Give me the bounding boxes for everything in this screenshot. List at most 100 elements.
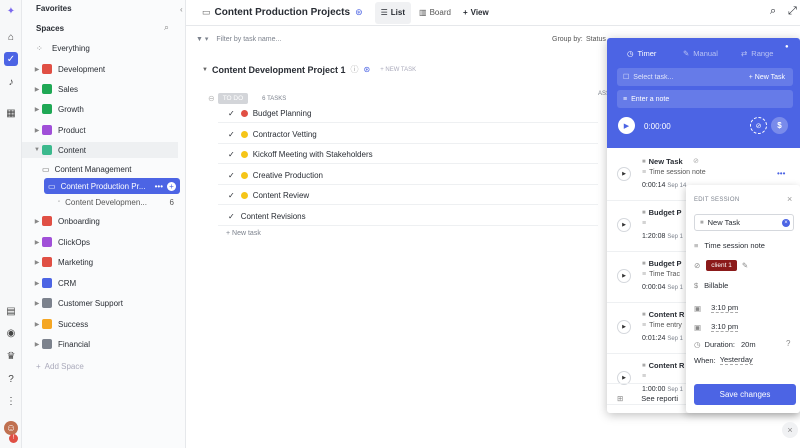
- start-time-row[interactable]: ▣ 3:10 pm: [694, 303, 739, 313]
- task-row[interactable]: ✓ Creative Production: [218, 167, 598, 185]
- end-time-row[interactable]: ▣ 3:10 pm: [694, 322, 739, 332]
- billable-icon[interactable]: $: [771, 117, 788, 134]
- tab-board[interactable]: ▥ Board: [419, 8, 451, 17]
- search-icon[interactable]: ⌕: [164, 22, 169, 33]
- clickup-logo-icon[interactable]: ✦: [4, 4, 18, 18]
- help-icon[interactable]: ?: [4, 372, 18, 386]
- home-icon[interactable]: ⌂: [4, 30, 18, 44]
- apps-grid-icon[interactable]: ▦: [4, 106, 18, 120]
- task-field[interactable]: ■ New Task ×: [694, 214, 794, 231]
- status-badge[interactable]: TO DO: [217, 93, 249, 104]
- expand-arrow-icon[interactable]: ▼: [32, 147, 42, 153]
- expand-arrow-icon[interactable]: ▶: [32, 127, 42, 134]
- expand-arrow-icon[interactable]: ▶: [32, 321, 42, 328]
- sidebar-item-space[interactable]: ▶ Marketing: [22, 254, 186, 270]
- docs-icon[interactable]: ▤: [4, 304, 18, 318]
- priority-dot[interactable]: [240, 171, 248, 179]
- tab-timer[interactable]: ◷ Timer: [627, 49, 656, 58]
- group-by-label[interactable]: Group by:: [552, 36, 583, 43]
- priority-dot[interactable]: [240, 130, 248, 138]
- spaces-heading[interactable]: Spaces: [36, 24, 64, 33]
- check-icon[interactable]: ✓: [228, 150, 235, 159]
- check-icon[interactable]: ✓: [228, 171, 235, 180]
- task-row[interactable]: ✓ Contractor Vetting: [218, 126, 598, 144]
- broadcast-icon[interactable]: ◉: [4, 326, 18, 340]
- task-name[interactable]: Content Revisions: [241, 212, 306, 221]
- tag-badge[interactable]: client 1: [706, 260, 737, 271]
- priority-dot[interactable]: [240, 192, 248, 199]
- save-changes-button[interactable]: Save changes: [694, 384, 796, 405]
- sidebar-item-space[interactable]: ▶ Growth: [22, 101, 186, 117]
- priority-dot[interactable]: [240, 151, 248, 158]
- task-row[interactable]: ✓ Kickoff Meeting with Stakeholders: [218, 146, 598, 164]
- expand-arrow-icon[interactable]: ▶: [32, 300, 42, 307]
- new-task-link[interactable]: + NEW TASK: [380, 67, 416, 73]
- favorites-heading[interactable]: Favorites: [36, 4, 72, 13]
- folder-content-management[interactable]: ▭ Content Management: [42, 161, 180, 177]
- task-name[interactable]: Content Review: [253, 191, 309, 200]
- panel-menu-icon[interactable]: ●: [785, 44, 789, 50]
- tab-list[interactable]: ☰ List: [374, 1, 412, 24]
- see-report-link[interactable]: See reporti: [641, 394, 678, 403]
- expand-arrow-icon[interactable]: ▶: [32, 106, 42, 113]
- sidebar-item-space[interactable]: ▶ CRM: [22, 275, 186, 291]
- check-icon[interactable]: ✓: [228, 212, 235, 221]
- task-name[interactable]: Budget Planning: [253, 109, 312, 118]
- task-row[interactable]: ✓ Budget Planning: [218, 105, 598, 123]
- task-name[interactable]: Creative Production: [253, 171, 323, 180]
- grid-icon[interactable]: ⊞: [617, 394, 623, 403]
- check-icon[interactable]: ✓: [228, 130, 235, 139]
- tab-range[interactable]: ⇄ Range: [741, 49, 773, 58]
- tab-manual[interactable]: ✎ Manual: [683, 49, 718, 58]
- task-name[interactable]: Contractor Vetting: [253, 130, 317, 139]
- sidebar-item-space[interactable]: ▶ Development: [22, 61, 186, 77]
- sidebar-item-space[interactable]: ▼ Content: [22, 142, 178, 158]
- sidebar-item-space[interactable]: ▶ Customer Support: [22, 295, 186, 311]
- expand-arrow-icon[interactable]: ▶: [32, 341, 42, 348]
- tag-icon[interactable]: ⊘: [750, 117, 767, 134]
- play-icon[interactable]: ▶: [617, 167, 631, 181]
- search-icon[interactable]: ⌕: [770, 5, 776, 18]
- play-icon[interactable]: ▶: [617, 269, 631, 283]
- group-by-value[interactable]: Status: [586, 36, 606, 43]
- play-icon[interactable]: ▶: [617, 320, 631, 334]
- share-icon[interactable]: ⊛: [355, 7, 363, 18]
- start-timer-button[interactable]: ▶: [618, 117, 635, 134]
- folder-content-production[interactable]: ▭ Content Production Pr... ••• +: [44, 178, 180, 194]
- billable-row[interactable]: $ Billable: [694, 281, 728, 290]
- more-dots-icon[interactable]: •••: [777, 169, 785, 178]
- tag-row[interactable]: ⊘ client 1 ✎: [694, 260, 748, 271]
- play-icon[interactable]: ▶: [617, 218, 631, 232]
- help-icon[interactable]: ?: [786, 339, 790, 348]
- bell-icon[interactable]: ♪: [4, 75, 18, 89]
- sidebar-item-space[interactable]: ▶ Product: [22, 122, 186, 138]
- note-field[interactable]: ≡ Enter a note: [617, 90, 793, 108]
- info-icon[interactable]: ⓘ: [350, 64, 358, 75]
- add-icon[interactable]: +: [167, 181, 176, 191]
- check-icon[interactable]: ✓: [228, 109, 235, 118]
- more-icon[interactable]: ⋮: [4, 394, 18, 408]
- collapse-icon[interactable]: ⊖: [208, 94, 215, 103]
- sidebar-item-space[interactable]: ▶ Onboarding: [22, 213, 186, 229]
- more-dots-icon[interactable]: •••: [155, 182, 163, 191]
- sidebar-item-space[interactable]: ▶ ClickOps: [22, 234, 186, 250]
- collapse-sidebar-icon[interactable]: ‹: [180, 5, 183, 14]
- task-row[interactable]: ✓ Content Review: [218, 187, 598, 205]
- expand-arrow-icon[interactable]: ▶: [32, 218, 42, 225]
- list-title[interactable]: Content Development Project 1: [212, 65, 346, 75]
- close-icon[interactable]: ×: [787, 194, 792, 204]
- pencil-icon[interactable]: ✎: [742, 261, 748, 270]
- check-icon[interactable]: ✓: [228, 191, 235, 200]
- sidebar-item-space[interactable]: ▶ Sales: [22, 81, 186, 97]
- sidebar-item-space[interactable]: ▶ Financial: [22, 336, 186, 352]
- expand-arrow-icon[interactable]: ▶: [32, 86, 42, 93]
- add-task-button[interactable]: + New task: [226, 230, 261, 237]
- filter-icon[interactable]: ▼ ▾: [196, 35, 208, 43]
- collapse-icon[interactable]: ▼: [202, 67, 208, 73]
- expand-icon[interactable]: ⤢: [788, 5, 797, 18]
- trophy-icon[interactable]: ♛: [4, 349, 18, 363]
- clear-icon[interactable]: ×: [782, 218, 790, 227]
- note-row[interactable]: ≡ Time session note: [694, 241, 765, 250]
- list-content-development[interactable]: ◦ Content Developmen... 6: [58, 194, 180, 210]
- expand-arrow-icon[interactable]: ▶: [32, 259, 42, 266]
